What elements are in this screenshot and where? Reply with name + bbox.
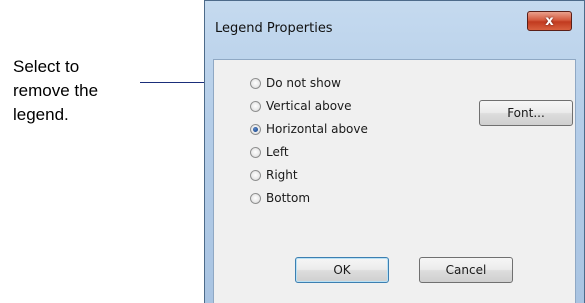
dialog-title: Legend Properties bbox=[215, 21, 333, 36]
option-label: Left bbox=[266, 145, 289, 159]
radio-left[interactable] bbox=[250, 146, 261, 158]
screenshot-stage: Select to remove the legend. Legend Prop… bbox=[0, 0, 585, 303]
option-label: Bottom bbox=[266, 191, 311, 205]
radio-horizontal-above[interactable] bbox=[250, 123, 261, 135]
option-label: Do not show bbox=[266, 76, 341, 90]
close-icon: x bbox=[545, 13, 554, 29]
font-button[interactable]: Font... bbox=[479, 100, 573, 126]
option-label: Right bbox=[266, 168, 298, 182]
legend-properties-dialog: Legend Properties x Do not show Vertical… bbox=[204, 0, 585, 303]
option-vertical-above[interactable]: Vertical above bbox=[250, 96, 352, 116]
option-label: Horizontal above bbox=[266, 122, 368, 136]
radio-bottom[interactable] bbox=[250, 192, 261, 204]
option-left[interactable]: Left bbox=[250, 142, 289, 162]
radio-do-not-show[interactable] bbox=[250, 77, 261, 89]
callout-line-3: legend. bbox=[13, 105, 69, 124]
close-button[interactable]: x bbox=[527, 11, 572, 31]
option-horizontal-above[interactable]: Horizontal above bbox=[250, 119, 368, 139]
option-right[interactable]: Right bbox=[250, 165, 298, 185]
option-do-not-show[interactable]: Do not show bbox=[250, 73, 341, 93]
callout-line-1: Select to bbox=[13, 57, 80, 76]
option-label: Vertical above bbox=[266, 99, 352, 113]
option-bottom[interactable]: Bottom bbox=[250, 188, 310, 208]
callout-annotation: Select to remove the legend. bbox=[13, 55, 143, 127]
cancel-button[interactable]: Cancel bbox=[419, 257, 513, 283]
callout-line-2: remove the bbox=[13, 81, 99, 100]
ok-button[interactable]: OK bbox=[295, 257, 389, 283]
dialog-client-area: Do not show Vertical above Horizontal ab… bbox=[213, 59, 576, 303]
radio-right[interactable] bbox=[250, 169, 261, 181]
dialog-titlebar[interactable]: Legend Properties x bbox=[205, 1, 584, 59]
radio-vertical-above[interactable] bbox=[250, 100, 261, 112]
